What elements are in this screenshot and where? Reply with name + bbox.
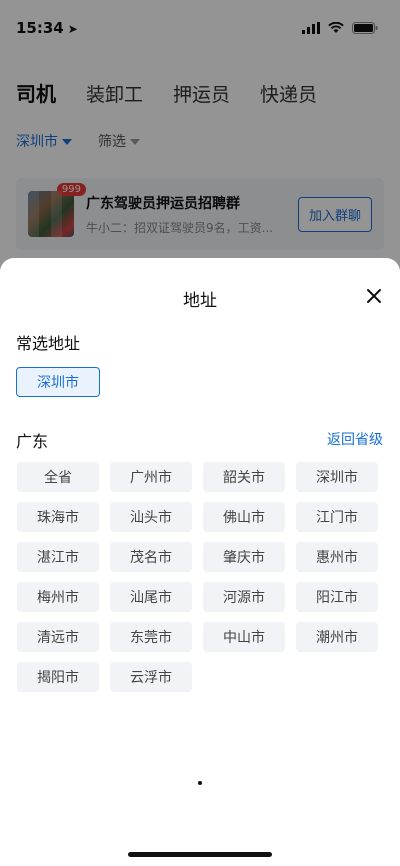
city-chip[interactable]: 全省 (17, 462, 99, 492)
city-chip[interactable]: 梅州市 (17, 582, 99, 612)
city-chip[interactable]: 韶关市 (203, 462, 285, 492)
city-chip[interactable]: 惠州市 (296, 542, 378, 572)
city-chip[interactable]: 汕尾市 (110, 582, 192, 612)
home-indicator (128, 852, 272, 857)
address-sheet: 地址 常选地址 深圳市 广东 返回省级 全省 广州市 韶关市 深圳市 珠海市 汕头市 佛山市… (0, 258, 400, 866)
city-chip[interactable]: 潮州市 (296, 622, 378, 652)
city-chip[interactable]: 湛江市 (17, 542, 99, 572)
city-chip[interactable]: 揭阳市 (17, 662, 99, 692)
close-icon[interactable] (364, 286, 384, 306)
city-chip[interactable]: 深圳市 (296, 462, 378, 492)
page-dot (198, 781, 202, 785)
city-chip[interactable]: 江门市 (296, 502, 378, 532)
city-chip[interactable]: 茂名市 (110, 542, 192, 572)
common-address-label: 常选地址 (16, 334, 81, 353)
city-chip[interactable]: 肇庆市 (203, 542, 285, 572)
city-chip[interactable]: 清远市 (17, 622, 99, 652)
back-to-province-link[interactable]: 返回省级 (327, 429, 383, 449)
province-label: 广东 (16, 432, 49, 451)
city-chip[interactable]: 中山市 (203, 622, 285, 652)
city-chip[interactable]: 阳江市 (296, 582, 378, 612)
city-chip[interactable]: 佛山市 (203, 502, 285, 532)
city-grid: 全省 广州市 韶关市 深圳市珠海市 汕头市 佛山市 江门市湛江市 茂名市 肇庆市 惠州市梅州市 汕尾… (17, 462, 383, 692)
city-chip[interactable]: 汕头市 (110, 502, 192, 532)
city-chip[interactable]: 云浮市 (110, 662, 192, 692)
sheet-title: 地址 (183, 291, 217, 311)
city-chip[interactable]: 珠海市 (17, 502, 99, 532)
city-chip[interactable]: 广州市 (110, 462, 192, 492)
city-chip[interactable]: 河源市 (203, 582, 285, 612)
city-chip[interactable]: 东莞市 (110, 622, 192, 652)
common-address-chip[interactable]: 深圳市 (16, 367, 100, 397)
